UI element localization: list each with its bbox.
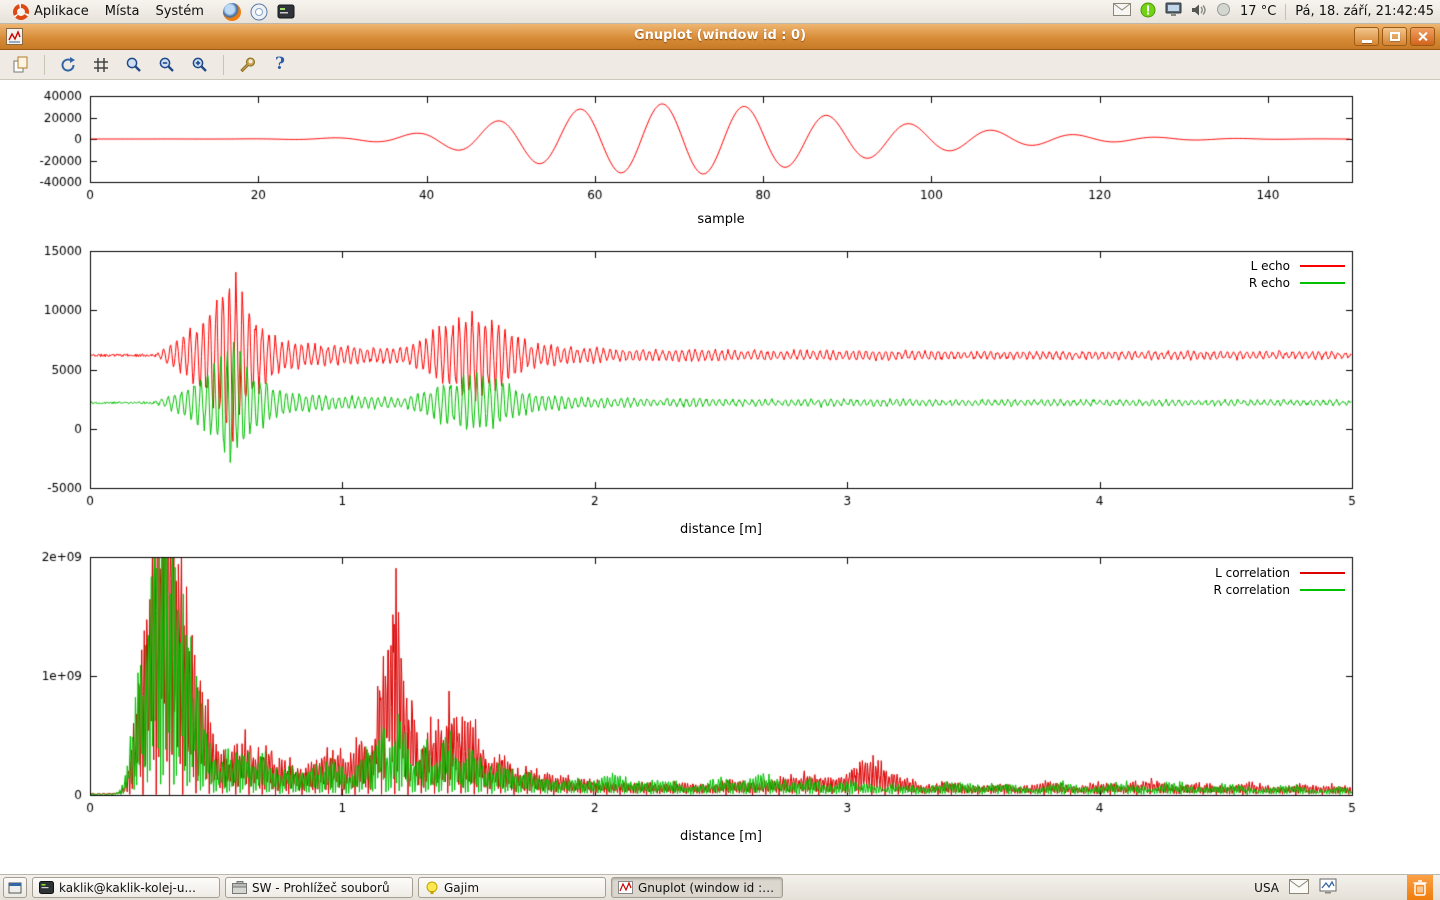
legend-line-sample — [1300, 589, 1345, 591]
legend-entry: R correlation — [1213, 583, 1345, 596]
zoom-in-icon[interactable] — [187, 53, 213, 77]
close-button[interactable] — [1410, 27, 1435, 46]
clock[interactable]: Pá, 18. září, 21:42:45 — [1295, 4, 1434, 19]
help-browser-icon[interactable] — [250, 2, 269, 21]
mail-icon[interactable] — [1113, 3, 1131, 20]
gnuplot-toolbar: ? — [0, 50, 1440, 80]
menu-system-label: Systém — [155, 4, 203, 19]
echo-xlabel: distance [m] — [90, 522, 1352, 537]
settings-icon[interactable] — [234, 53, 260, 77]
window-list: kaklik@kaklik-kolej-u... SW - Prohlížeč s… — [32, 877, 783, 898]
grid-icon[interactable] — [88, 53, 114, 77]
replot-icon[interactable] — [55, 53, 81, 77]
keyboard-layout-indicator[interactable]: USA — [1254, 881, 1279, 895]
legend-line-sample — [1300, 282, 1345, 284]
echo-plot-canvas[interactable] — [0, 238, 1440, 544]
help-icon[interactable]: ? — [267, 53, 293, 77]
legend-label: R correlation — [1213, 583, 1290, 597]
window-titlebar[interactable]: Gnuplot (window id : 0) — [0, 24, 1440, 50]
correlation-plot-legend: L correlation R correlation — [1213, 566, 1345, 596]
waveform-plot: sample — [0, 84, 1440, 234]
screenshot-icon[interactable] — [1319, 878, 1337, 897]
task-button-gajim[interactable]: Gajim — [418, 877, 606, 898]
menu-applications[interactable]: Aplikace — [6, 2, 96, 22]
zoom-out-icon[interactable] — [154, 53, 180, 77]
legend-line-sample — [1300, 265, 1345, 267]
legend-label: R echo — [1249, 276, 1290, 290]
gnome-top-panel: Aplikace Místa Systém — [0, 0, 1440, 24]
echo-plot-legend: L echo R echo — [1249, 259, 1345, 289]
legend-line-sample — [1300, 572, 1345, 574]
window-controls — [1354, 27, 1435, 46]
zoom-previous-icon[interactable] — [121, 53, 147, 77]
legend-label: L correlation — [1215, 566, 1290, 580]
temperature-readout[interactable]: 17 °C — [1240, 4, 1276, 19]
legend-entry: R echo — [1249, 276, 1345, 289]
gnuplot-icon — [618, 881, 633, 894]
panel-system-tray: 17 °C Pá, 18. září, 21:42:45 — [1113, 2, 1434, 22]
task-button-label: SW - Prohlížeč souborů — [252, 881, 390, 895]
maximize-button[interactable] — [1382, 27, 1407, 46]
menu-system[interactable]: Systém — [148, 2, 210, 21]
firefox-icon[interactable] — [223, 2, 242, 21]
legend-entry: L correlation — [1215, 566, 1345, 579]
minimize-button[interactable] — [1354, 27, 1379, 46]
terminal-icon — [39, 881, 54, 894]
show-desktop-button[interactable] — [3, 877, 27, 898]
task-button-gnuplot-window-id-0[interactable]: Gnuplot (window id : 0) — [611, 877, 783, 898]
copy-icon[interactable] — [8, 53, 34, 77]
task-button-sw-prohl-e-soubor[interactable]: SW - Prohlížeč souborů — [225, 877, 413, 898]
display-icon[interactable] — [1165, 2, 1182, 21]
task-button-label: Gajim — [444, 881, 479, 895]
legend-label: L echo — [1251, 259, 1290, 273]
task-button-label: kaklik@kaklik-kolej-u... — [59, 881, 196, 895]
gnuplot-canvas-area: sample L echo R echo distance [m] L corre… — [0, 80, 1440, 874]
task-button-label: Gnuplot (window id : 0) — [638, 881, 776, 895]
toolbar-separator — [223, 55, 224, 75]
correlation-xlabel: distance [m] — [90, 829, 1352, 844]
taskbar-tray: USA — [1254, 875, 1437, 900]
gnome-taskbar: kaklik@kaklik-kolej-u... SW - Prohlížeč s… — [0, 874, 1440, 900]
window-title: Gnuplot (window id : 0) — [0, 28, 1440, 43]
gajim-icon — [425, 881, 439, 895]
panel-launchers — [223, 2, 296, 21]
echo-plot: L echo R echo distance [m] — [0, 238, 1440, 544]
desktop-screen: Aplikace Místa Systém — [0, 0, 1440, 900]
file-manager-icon — [232, 881, 247, 894]
tray-separator — [1285, 4, 1286, 20]
task-button-kaklik-kaklik-kolej-u[interactable]: kaklik@kaklik-kolej-u... — [32, 877, 220, 898]
volume-icon[interactable] — [1191, 3, 1207, 21]
weather-icon[interactable] — [1216, 2, 1231, 21]
waveform-xlabel: sample — [90, 212, 1352, 227]
legend-entry: L echo — [1251, 259, 1345, 272]
ubuntu-logo-icon — [13, 4, 29, 20]
trash-icon[interactable] — [1407, 875, 1433, 900]
menu-applications-label: Aplikace — [34, 4, 89, 19]
menu-places-label: Místa — [105, 4, 140, 19]
menu-places[interactable]: Místa — [98, 2, 147, 21]
toolbar-separator — [44, 55, 45, 75]
update-icon[interactable] — [1140, 2, 1156, 22]
terminal-icon[interactable] — [277, 2, 296, 21]
correlation-plot: L correlation R correlation distance [m] — [0, 544, 1440, 850]
mail-icon[interactable] — [1289, 879, 1309, 897]
